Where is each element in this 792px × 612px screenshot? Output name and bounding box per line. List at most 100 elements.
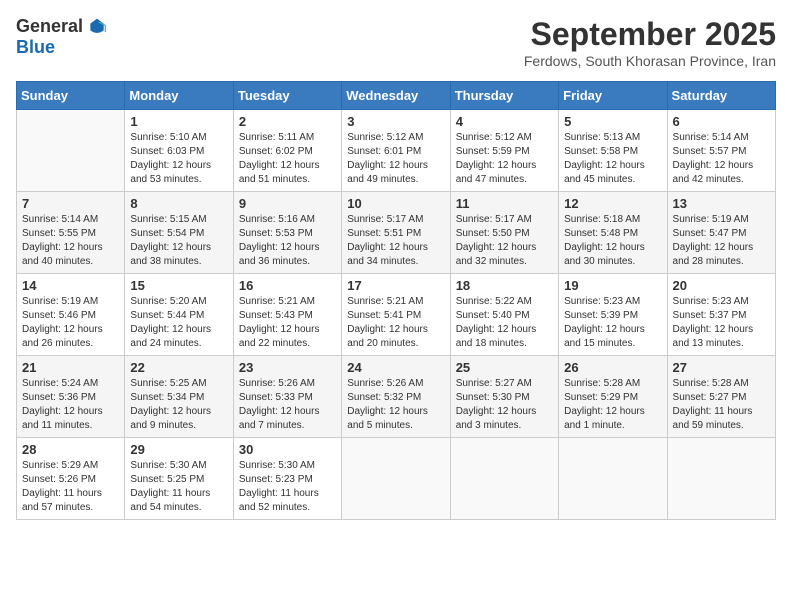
day-info: Sunrise: 5:21 AM Sunset: 5:43 PM Dayligh… (239, 295, 336, 351)
day-number: 12 (564, 196, 661, 211)
calendar-cell: 3 Sunrise: 5:12 AM Sunset: 6:01 PM Daylig… (342, 110, 450, 192)
calendar-cell: 10Sunrise: 5:17 AM Sunset: 5:51 PM Dayli… (342, 192, 450, 274)
day-number: 2 (239, 114, 336, 129)
location-subtitle: Ferdows, South Khorasan Province, Iran (524, 53, 776, 69)
calendar-cell: 20 Sunrise: 5:23 AM Sunset: 5:37 PM Dayli… (667, 274, 775, 356)
day-number: 3 (347, 114, 444, 129)
calendar-cell: 26Sunrise: 5:28 AM Sunset: 5:29 PM Dayli… (559, 356, 667, 438)
calendar-cell: 13Sunrise: 5:19 AM Sunset: 5:47 PM Dayli… (667, 192, 775, 274)
calendar-cell (17, 110, 125, 192)
day-info: Sunrise: 5:17 AM Sunset: 5:51 PM Dayligh… (347, 213, 444, 269)
day-info: Sunrise: 5:30 AM Sunset: 5:25 PM Dayligh… (130, 459, 227, 515)
calendar-cell: 12 Sunrise: 5:18 AM Sunset: 5:48 PM Dayli… (559, 192, 667, 274)
day-number: 22 (130, 360, 227, 375)
day-number: 11 (456, 196, 553, 211)
day-info: Sunrise: 5:23 AM Sunset: 5:37 PM Dayligh… (673, 295, 770, 351)
day-info: Sunrise: 5:17 AM Sunset: 5:50 PM Dayligh… (456, 213, 553, 269)
calendar-cell: 21 Sunrise: 5:24 AM Sunset: 5:36 PM Dayli… (17, 356, 125, 438)
logo-general-text: General (16, 16, 83, 37)
calendar-cell: 25 Sunrise: 5:27 AM Sunset: 5:30 PM Dayli… (450, 356, 558, 438)
day-number: 6 (673, 114, 770, 129)
day-info: Sunrise: 5:26 AM Sunset: 5:33 PM Dayligh… (239, 377, 336, 433)
week-row-1: 1 Sunrise: 5:10 AM Sunset: 6:03 PM Daylig… (17, 110, 776, 192)
day-info: Sunrise: 5:11 AM Sunset: 6:02 PM Dayligh… (239, 131, 336, 187)
calendar-cell: 14Sunrise: 5:19 AM Sunset: 5:46 PM Dayli… (17, 274, 125, 356)
day-info: Sunrise: 5:28 AM Sunset: 5:27 PM Dayligh… (673, 377, 770, 433)
calendar-cell: 27 Sunrise: 5:28 AM Sunset: 5:27 PM Dayli… (667, 356, 775, 438)
day-info: Sunrise: 5:13 AM Sunset: 5:58 PM Dayligh… (564, 131, 661, 187)
calendar-cell: 19 Sunrise: 5:23 AM Sunset: 5:39 PM Dayli… (559, 274, 667, 356)
day-number: 5 (564, 114, 661, 129)
day-number: 7 (22, 196, 119, 211)
day-number: 25 (456, 360, 553, 375)
weekday-header-monday: Monday (125, 82, 233, 110)
day-info: Sunrise: 5:19 AM Sunset: 5:46 PM Dayligh… (22, 295, 119, 351)
title-section: September 2025 Ferdows, South Khorasan P… (524, 16, 776, 69)
calendar-cell: 6Sunrise: 5:14 AM Sunset: 5:57 PM Daylig… (667, 110, 775, 192)
day-number: 19 (564, 278, 661, 293)
calendar-cell (450, 438, 558, 520)
day-number: 1 (130, 114, 227, 129)
calendar-cell: 5 Sunrise: 5:13 AM Sunset: 5:58 PM Daylig… (559, 110, 667, 192)
calendar-cell (667, 438, 775, 520)
day-info: Sunrise: 5:15 AM Sunset: 5:54 PM Dayligh… (130, 213, 227, 269)
day-info: Sunrise: 5:23 AM Sunset: 5:39 PM Dayligh… (564, 295, 661, 351)
calendar-cell: 11 Sunrise: 5:17 AM Sunset: 5:50 PM Dayli… (450, 192, 558, 274)
calendar-cell: 18 Sunrise: 5:22 AM Sunset: 5:40 PM Dayli… (450, 274, 558, 356)
day-number: 27 (673, 360, 770, 375)
calendar-cell: 8 Sunrise: 5:15 AM Sunset: 5:54 PM Daylig… (125, 192, 233, 274)
day-number: 20 (673, 278, 770, 293)
calendar-cell: 15Sunrise: 5:20 AM Sunset: 5:44 PM Dayli… (125, 274, 233, 356)
calendar-cell: 17 Sunrise: 5:21 AM Sunset: 5:41 PM Dayli… (342, 274, 450, 356)
day-info: Sunrise: 5:29 AM Sunset: 5:26 PM Dayligh… (22, 459, 119, 515)
calendar-cell: 29Sunrise: 5:30 AM Sunset: 5:25 PM Dayli… (125, 438, 233, 520)
week-row-4: 21 Sunrise: 5:24 AM Sunset: 5:36 PM Dayli… (17, 356, 776, 438)
weekday-header-friday: Friday (559, 82, 667, 110)
calendar-cell (559, 438, 667, 520)
day-info: Sunrise: 5:28 AM Sunset: 5:29 PM Dayligh… (564, 377, 661, 433)
day-info: Sunrise: 5:21 AM Sunset: 5:41 PM Dayligh… (347, 295, 444, 351)
day-info: Sunrise: 5:22 AM Sunset: 5:40 PM Dayligh… (456, 295, 553, 351)
day-number: 28 (22, 442, 119, 457)
weekday-header-tuesday: Tuesday (233, 82, 341, 110)
calendar-cell: 23 Sunrise: 5:26 AM Sunset: 5:33 PM Dayli… (233, 356, 341, 438)
day-info: Sunrise: 5:16 AM Sunset: 5:53 PM Dayligh… (239, 213, 336, 269)
calendar-cell: 24Sunrise: 5:26 AM Sunset: 5:32 PM Dayli… (342, 356, 450, 438)
day-info: Sunrise: 5:12 AM Sunset: 6:01 PM Dayligh… (347, 131, 444, 187)
day-info: Sunrise: 5:24 AM Sunset: 5:36 PM Dayligh… (22, 377, 119, 433)
page-header: General Blue September 2025 Ferdows, Sou… (16, 16, 776, 69)
month-title: September 2025 (524, 16, 776, 53)
calendar-cell: 4Sunrise: 5:12 AM Sunset: 5:59 PM Daylig… (450, 110, 558, 192)
logo-blue-text: Blue (16, 37, 55, 58)
day-info: Sunrise: 5:18 AM Sunset: 5:48 PM Dayligh… (564, 213, 661, 269)
day-number: 21 (22, 360, 119, 375)
weekday-header-saturday: Saturday (667, 82, 775, 110)
day-number: 18 (456, 278, 553, 293)
calendar-cell: 22 Sunrise: 5:25 AM Sunset: 5:34 PM Dayli… (125, 356, 233, 438)
day-info: Sunrise: 5:20 AM Sunset: 5:44 PM Dayligh… (130, 295, 227, 351)
week-row-3: 14Sunrise: 5:19 AM Sunset: 5:46 PM Dayli… (17, 274, 776, 356)
logo: General Blue (16, 16, 107, 58)
calendar-table: SundayMondayTuesdayWednesdayThursdayFrid… (16, 81, 776, 520)
calendar-cell: 1 Sunrise: 5:10 AM Sunset: 6:03 PM Daylig… (125, 110, 233, 192)
day-info: Sunrise: 5:25 AM Sunset: 5:34 PM Dayligh… (130, 377, 227, 433)
calendar-cell: 7 Sunrise: 5:14 AM Sunset: 5:55 PM Daylig… (17, 192, 125, 274)
weekday-header-wednesday: Wednesday (342, 82, 450, 110)
weekday-header-sunday: Sunday (17, 82, 125, 110)
calendar-cell: 2 Sunrise: 5:11 AM Sunset: 6:02 PM Daylig… (233, 110, 341, 192)
calendar-cell: 30Sunrise: 5:30 AM Sunset: 5:23 PM Dayli… (233, 438, 341, 520)
day-info: Sunrise: 5:10 AM Sunset: 6:03 PM Dayligh… (130, 131, 227, 187)
day-info: Sunrise: 5:14 AM Sunset: 5:55 PM Dayligh… (22, 213, 119, 269)
day-number: 16 (239, 278, 336, 293)
day-info: Sunrise: 5:27 AM Sunset: 5:30 PM Dayligh… (456, 377, 553, 433)
day-number: 4 (456, 114, 553, 129)
day-number: 17 (347, 278, 444, 293)
weekday-header-thursday: Thursday (450, 82, 558, 110)
day-number: 9 (239, 196, 336, 211)
day-info: Sunrise: 5:26 AM Sunset: 5:32 PM Dayligh… (347, 377, 444, 433)
day-info: Sunrise: 5:19 AM Sunset: 5:47 PM Dayligh… (673, 213, 770, 269)
day-number: 8 (130, 196, 227, 211)
calendar-cell: 28 Sunrise: 5:29 AM Sunset: 5:26 PM Dayli… (17, 438, 125, 520)
day-number: 23 (239, 360, 336, 375)
weekday-header-row: SundayMondayTuesdayWednesdayThursdayFrid… (17, 82, 776, 110)
